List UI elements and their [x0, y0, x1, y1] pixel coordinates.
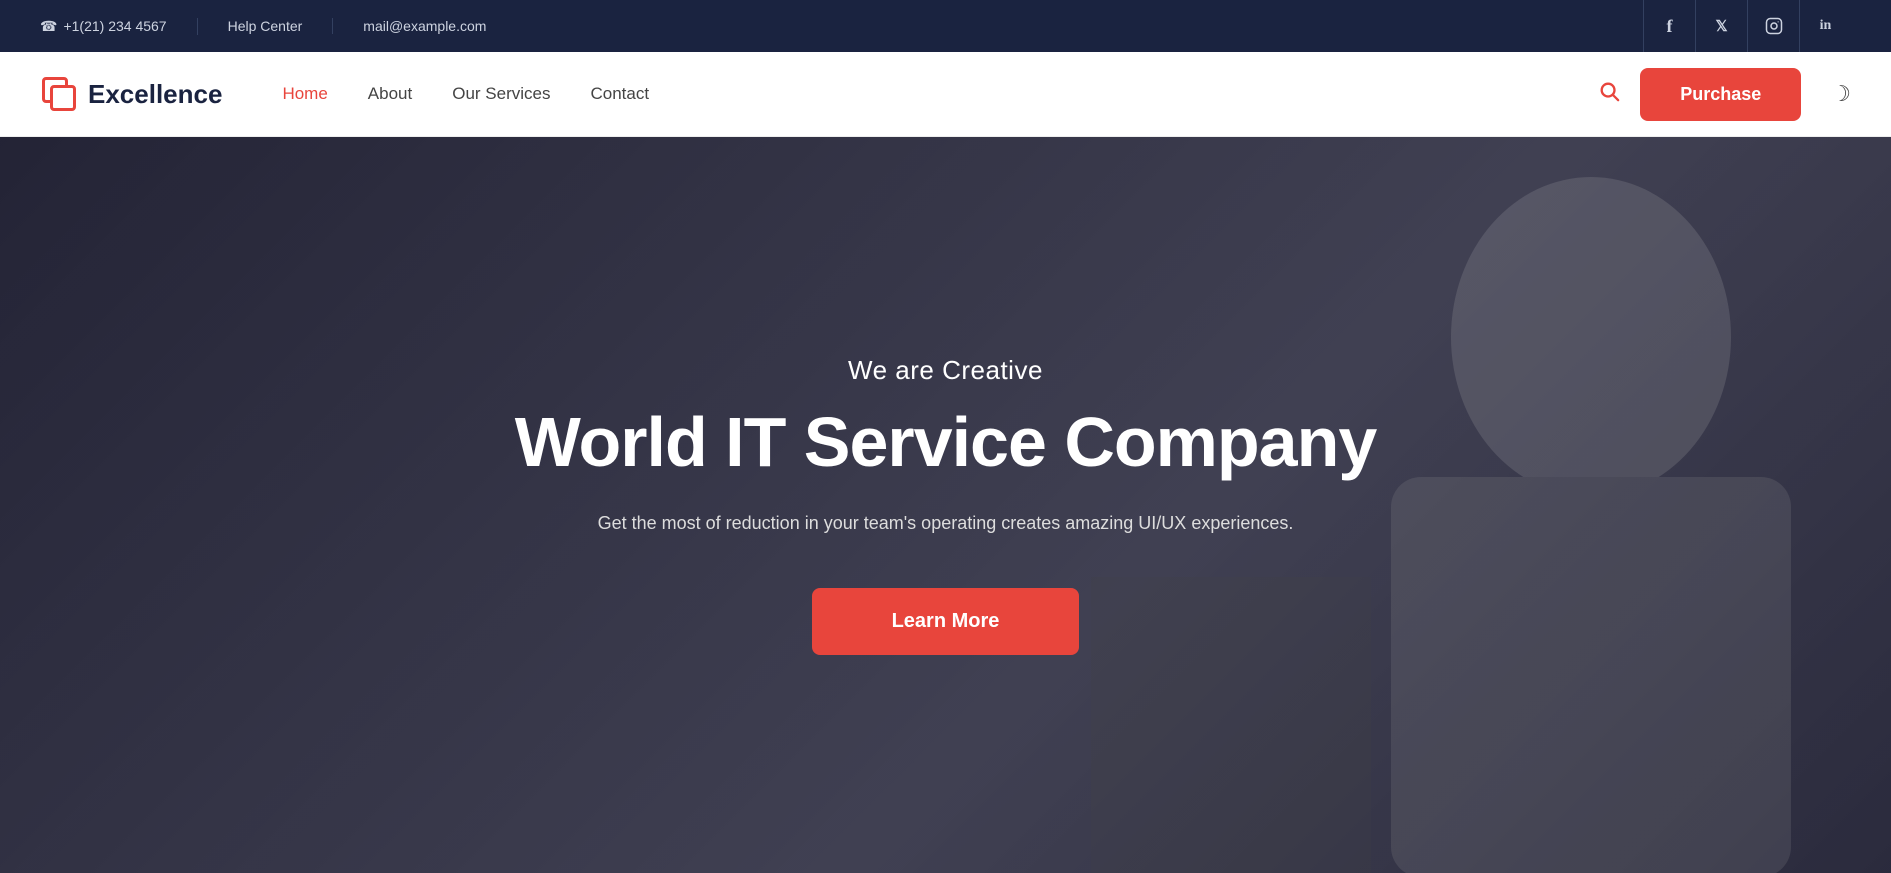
- social-links: f 𝕏 in: [1643, 0, 1851, 52]
- main-header: Excellence Home About Our Services Conta…: [0, 52, 1891, 137]
- header-right: Purchase ☽: [1598, 68, 1851, 121]
- learn-more-button[interactable]: Learn More: [812, 588, 1080, 655]
- search-icon[interactable]: [1598, 80, 1620, 108]
- instagram-icon[interactable]: [1747, 0, 1799, 52]
- hero-content: We are Creative World IT Service Company…: [515, 355, 1377, 655]
- phone-item[interactable]: ☎ +1(21) 234 4567: [40, 18, 198, 35]
- email-item[interactable]: mail@example.com: [363, 18, 516, 34]
- facebook-icon[interactable]: f: [1643, 0, 1695, 52]
- hero-description: Get the most of reduction in your team's…: [565, 509, 1325, 538]
- hero-title: World IT Service Company: [515, 404, 1377, 481]
- twitter-icon[interactable]: 𝕏: [1695, 0, 1747, 52]
- logo[interactable]: Excellence: [40, 75, 222, 113]
- logo-icon: [40, 75, 78, 113]
- purchase-button[interactable]: Purchase: [1640, 68, 1801, 121]
- help-center-item[interactable]: Help Center: [228, 18, 334, 34]
- linkedin-icon[interactable]: in: [1799, 0, 1851, 52]
- nav-home[interactable]: Home: [282, 84, 327, 104]
- help-center-label: Help Center: [228, 18, 303, 34]
- nav-services[interactable]: Our Services: [452, 84, 550, 104]
- dark-mode-icon[interactable]: ☽: [1831, 81, 1851, 107]
- email-label: mail@example.com: [363, 18, 486, 34]
- hero-section: We are Creative World IT Service Company…: [0, 137, 1891, 873]
- nav-contact[interactable]: Contact: [590, 84, 649, 104]
- phone-icon: ☎: [40, 18, 57, 35]
- main-nav: Home About Our Services Contact: [282, 84, 1598, 104]
- logo-text: Excellence: [88, 79, 222, 110]
- top-bar-left: ☎ +1(21) 234 4567 Help Center mail@examp…: [40, 18, 1643, 35]
- phone-number: +1(21) 234 4567: [63, 18, 166, 34]
- nav-about[interactable]: About: [368, 84, 412, 104]
- hero-subtitle: We are Creative: [515, 355, 1377, 386]
- top-bar: ☎ +1(21) 234 4567 Help Center mail@examp…: [0, 0, 1891, 52]
